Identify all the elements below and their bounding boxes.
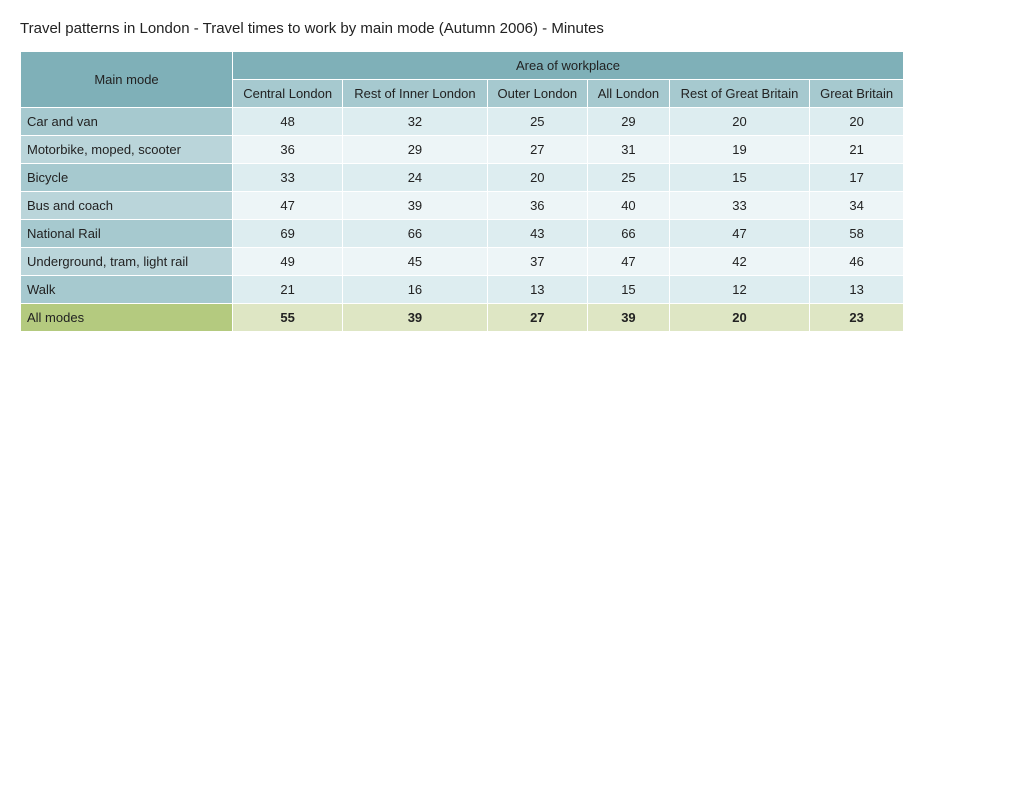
col-header: Great Britain bbox=[810, 80, 904, 108]
value-cell: 21 bbox=[233, 276, 343, 304]
table-row: Car and van483225292020 bbox=[21, 108, 904, 136]
value-cell: 13 bbox=[487, 276, 588, 304]
value-cell: 29 bbox=[343, 136, 487, 164]
value-cell: 27 bbox=[487, 136, 588, 164]
value-cell: 45 bbox=[343, 248, 487, 276]
value-cell: 20 bbox=[669, 108, 809, 136]
value-cell: 19 bbox=[669, 136, 809, 164]
value-cell: 40 bbox=[588, 192, 670, 220]
value-cell: 15 bbox=[588, 276, 670, 304]
value-cell: 24 bbox=[343, 164, 487, 192]
value-cell: 42 bbox=[669, 248, 809, 276]
mode-cell: Bus and coach bbox=[21, 192, 233, 220]
value-cell: 17 bbox=[810, 164, 904, 192]
area-group-header: Area of workplace bbox=[233, 52, 904, 80]
col-header: All London bbox=[588, 80, 670, 108]
col-header: Rest of Great Britain bbox=[669, 80, 809, 108]
value-cell: 15 bbox=[669, 164, 809, 192]
main-mode-header: Main mode bbox=[21, 52, 233, 108]
value-cell: 12 bbox=[669, 276, 809, 304]
col-header: Outer London bbox=[487, 80, 588, 108]
table-row: Underground, tram, light rail49453747424… bbox=[21, 248, 904, 276]
page-title: Travel patterns in London - Travel times… bbox=[20, 20, 1004, 37]
value-cell: 31 bbox=[588, 136, 670, 164]
value-cell: 25 bbox=[588, 164, 670, 192]
value-cell: 48 bbox=[233, 108, 343, 136]
value-cell: 20 bbox=[810, 108, 904, 136]
mode-cell: Bicycle bbox=[21, 164, 233, 192]
total-value-cell: 39 bbox=[588, 304, 670, 332]
total-value-cell: 39 bbox=[343, 304, 487, 332]
value-cell: 47 bbox=[233, 192, 343, 220]
table-row: Bicycle332420251517 bbox=[21, 164, 904, 192]
value-cell: 69 bbox=[233, 220, 343, 248]
value-cell: 34 bbox=[810, 192, 904, 220]
value-cell: 36 bbox=[487, 192, 588, 220]
value-cell: 20 bbox=[487, 164, 588, 192]
value-cell: 39 bbox=[343, 192, 487, 220]
value-cell: 46 bbox=[810, 248, 904, 276]
table-row: Bus and coach473936403334 bbox=[21, 192, 904, 220]
value-cell: 25 bbox=[487, 108, 588, 136]
value-cell: 49 bbox=[233, 248, 343, 276]
total-mode-cell: All modes bbox=[21, 304, 233, 332]
total-value-cell: 20 bbox=[669, 304, 809, 332]
value-cell: 58 bbox=[810, 220, 904, 248]
travel-times-table: Main mode Area of workplace Central Lond… bbox=[20, 51, 904, 332]
value-cell: 13 bbox=[810, 276, 904, 304]
value-cell: 32 bbox=[343, 108, 487, 136]
table-body: Car and van483225292020Motorbike, moped,… bbox=[21, 108, 904, 332]
mode-cell: Motorbike, moped, scooter bbox=[21, 136, 233, 164]
mode-cell: Car and van bbox=[21, 108, 233, 136]
value-cell: 66 bbox=[588, 220, 670, 248]
value-cell: 43 bbox=[487, 220, 588, 248]
col-header: Central London bbox=[233, 80, 343, 108]
total-row: All modes553927392023 bbox=[21, 304, 904, 332]
table-row: National Rail696643664758 bbox=[21, 220, 904, 248]
value-cell: 29 bbox=[588, 108, 670, 136]
value-cell: 21 bbox=[810, 136, 904, 164]
value-cell: 36 bbox=[233, 136, 343, 164]
mode-cell: Underground, tram, light rail bbox=[21, 248, 233, 276]
table-row: Motorbike, moped, scooter362927311921 bbox=[21, 136, 904, 164]
value-cell: 37 bbox=[487, 248, 588, 276]
total-value-cell: 55 bbox=[233, 304, 343, 332]
col-header: Rest of Inner London bbox=[343, 80, 487, 108]
total-value-cell: 23 bbox=[810, 304, 904, 332]
mode-cell: National Rail bbox=[21, 220, 233, 248]
value-cell: 66 bbox=[343, 220, 487, 248]
value-cell: 47 bbox=[669, 220, 809, 248]
mode-cell: Walk bbox=[21, 276, 233, 304]
value-cell: 16 bbox=[343, 276, 487, 304]
value-cell: 33 bbox=[233, 164, 343, 192]
table-row: Walk211613151213 bbox=[21, 276, 904, 304]
value-cell: 47 bbox=[588, 248, 670, 276]
value-cell: 33 bbox=[669, 192, 809, 220]
total-value-cell: 27 bbox=[487, 304, 588, 332]
